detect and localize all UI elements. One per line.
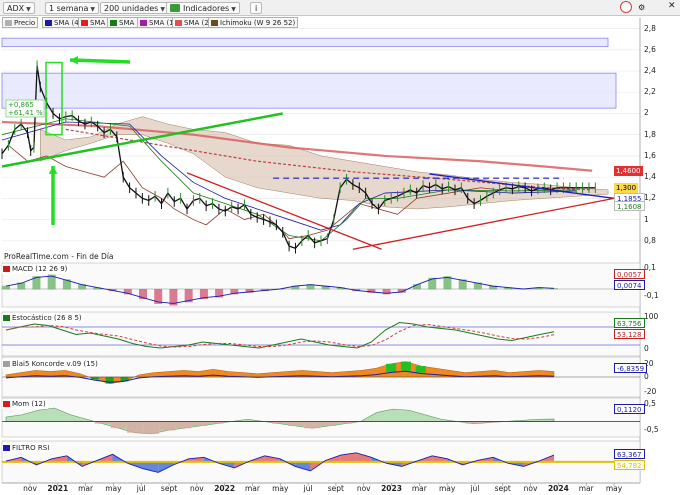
y-axis-tick: -20 — [644, 387, 657, 396]
x-axis-tick: may — [438, 484, 456, 493]
momentum-negative-area — [143, 421, 160, 434]
momentum-negative-area — [304, 421, 321, 429]
momentum-negative-area — [110, 421, 127, 429]
x-axis-tick: mar — [244, 484, 260, 493]
indicator-value: 54,782 — [614, 460, 645, 470]
indicator-value: -6,8359 — [614, 363, 648, 373]
x-axis-tick: sept — [160, 484, 178, 493]
x-axis-tick: jul — [303, 484, 313, 493]
indicator-swatch — [3, 445, 10, 451]
y-axis-tick: 0 — [644, 344, 649, 353]
x-axis-tick: may — [272, 484, 289, 493]
y-axis-tick: 0 — [644, 372, 649, 381]
koncorde-green-bar — [386, 363, 397, 372]
ichimoku-cloud — [40, 116, 609, 210]
resistance-box — [1, 37, 609, 48]
indicator-value: 53,128 — [614, 329, 645, 339]
indicator-swatch — [3, 401, 10, 407]
x-axis-tick: 2022 — [214, 484, 236, 493]
indicator-label: Blai5 Koncorde v.09 (15) — [2, 359, 100, 369]
source-note: ProRealTime.com - Fin de Día — [4, 252, 114, 261]
x-axis-tick: 2023 — [381, 484, 402, 493]
indicator-panel — [1, 262, 641, 308]
x-axis-tick: nov — [356, 484, 371, 493]
price-badge: 1,4600 — [614, 165, 643, 176]
momentum-negative-area — [320, 421, 337, 426]
indicator-swatch — [3, 266, 10, 272]
indicator-label: Mom (12) — [2, 399, 48, 409]
y-axis-tick: 1,4 — [644, 172, 656, 182]
indicator-value: 0,1120 — [614, 404, 645, 414]
y-axis-tick: 2 — [644, 108, 649, 118]
y-axis-tick: 1,2 — [644, 193, 656, 203]
y-axis-tick: 2,4 — [644, 66, 656, 76]
indicator-panel — [1, 397, 641, 438]
momentum-negative-area — [159, 421, 176, 431]
momentum-negative-area — [288, 421, 305, 426]
x-axis-tick: may — [105, 484, 122, 493]
indicator-value: 63,756 — [614, 318, 645, 328]
indicator-swatch — [3, 361, 10, 367]
arrow-left — [69, 58, 131, 64]
y-axis-tick: 0,8 — [644, 235, 656, 245]
y-axis-tick: 100 — [644, 312, 659, 321]
momentum-negative-area — [191, 421, 208, 426]
x-axis-tick: 2021 — [47, 484, 69, 493]
x-axis-tick: sept — [494, 484, 511, 493]
x-axis-tick: nov — [189, 484, 204, 493]
indicator-label: MACD (12 26 9) — [2, 264, 70, 274]
y-axis-tick: 1,8 — [644, 129, 656, 139]
x-axis-tick: 2024 — [547, 484, 569, 493]
x-axis-tick: may — [605, 484, 623, 493]
y-axis-tick: 2,8 — [644, 23, 656, 33]
price-badge: 1,1608 — [614, 200, 645, 211]
y-axis-tick: 2,2 — [644, 87, 656, 97]
momentum-negative-area — [175, 421, 192, 429]
x-axis-tick: sept — [327, 484, 345, 493]
y-axis-tick: -0,1 — [644, 291, 659, 300]
price-badge: 1,300 — [614, 182, 639, 193]
koncorde-green-bar — [90, 377, 99, 380]
x-axis-tick: mar — [78, 484, 94, 493]
indicator-value: 0,0057 — [614, 269, 645, 279]
indicator-label: Estocástico (26 8 5) — [2, 313, 84, 323]
x-axis-tick: nov — [523, 484, 538, 493]
koncorde-green-bar — [400, 361, 411, 371]
y-axis-tick: 0,5 — [644, 399, 656, 408]
x-axis-tick: jul — [470, 484, 480, 493]
indicator-label: FILTRO RSI — [2, 443, 52, 453]
y-axis-tick: 0,1 — [644, 263, 656, 272]
indicator-value: 0,0074 — [614, 280, 645, 290]
x-axis-tick: mar — [578, 484, 594, 493]
gain-pct-annotation: +61,41 % — [8, 109, 43, 117]
y-axis-tick: -0,5 — [644, 425, 659, 434]
indicator-swatch — [3, 315, 10, 321]
arrow-left-head — [70, 55, 79, 65]
momentum-negative-area — [126, 421, 143, 433]
x-axis-tick: mar — [411, 484, 427, 493]
y-axis-tick: 2,6 — [644, 44, 656, 54]
chart-canvas: +0,865+61,41 % — [1, 18, 641, 486]
x-axis-tick: jul — [136, 484, 146, 493]
koncorde-green-bar — [415, 366, 426, 373]
arrow-up-head — [48, 166, 58, 174]
gain-annotation: +0,865 — [8, 101, 34, 109]
macd-bar — [2, 285, 10, 290]
resistance-box — [1, 72, 617, 109]
y-axis-tick: 1 — [644, 214, 649, 224]
indicator-value: 63,367 — [614, 449, 645, 459]
y-axis-tick: 1,6 — [644, 150, 656, 160]
x-axis-tick: nov — [23, 484, 37, 493]
